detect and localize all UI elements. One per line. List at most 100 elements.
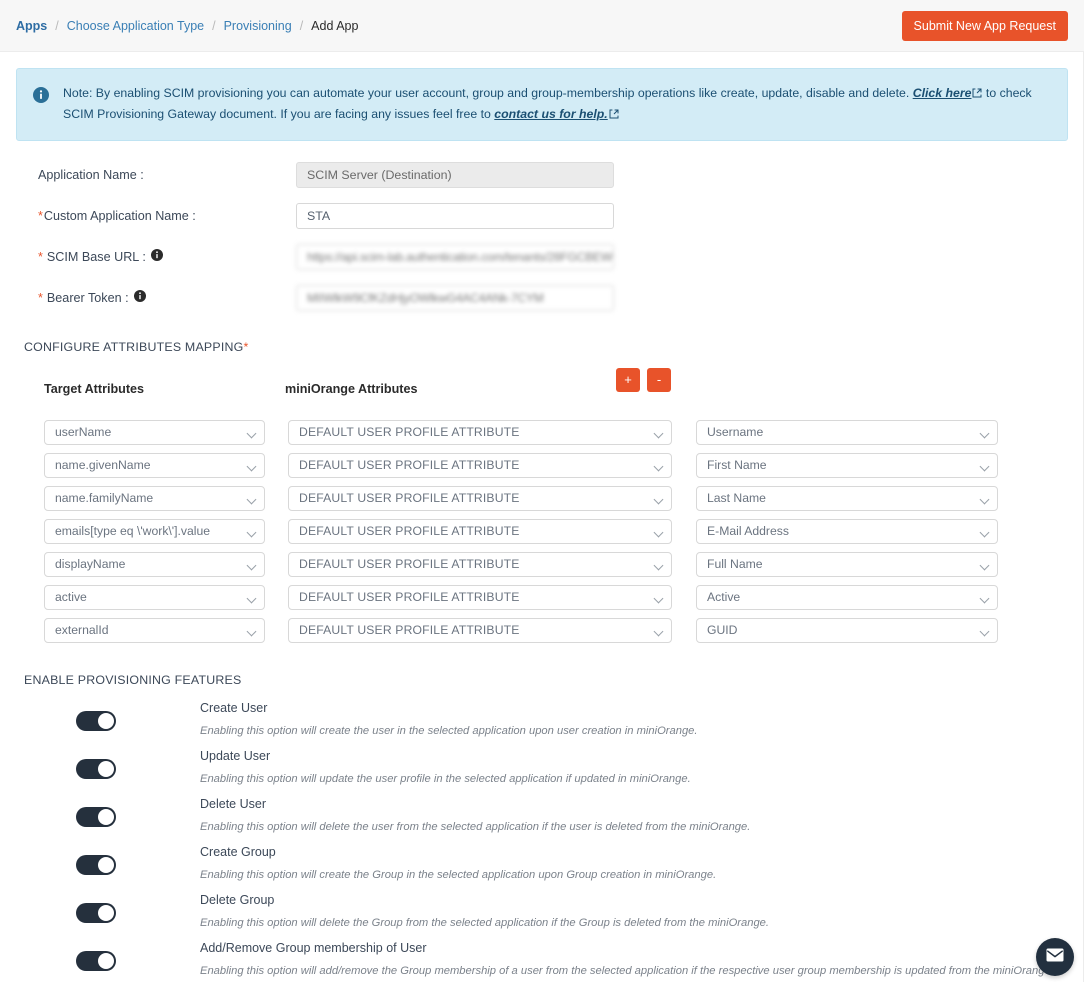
miniorange-attribute-value-select[interactable]: Username [696, 419, 998, 445]
breadcrumb-separator: / [55, 18, 59, 33]
toggle-create-group[interactable] [76, 854, 116, 875]
feature-row-update-user: Update User Enabling this option will up… [16, 747, 1068, 795]
required-marker: * [38, 249, 43, 264]
feature-name: Delete User [200, 796, 266, 811]
breadcrumb-item-choose-application-type[interactable]: Choose Application Type [67, 19, 204, 33]
scim-base-url-input[interactable]: https://api.scim-lab.authentication.com/… [296, 243, 614, 270]
required-marker: * [38, 208, 43, 223]
toggle-delete-user[interactable] [76, 806, 116, 827]
breadcrumb: Apps / Choose Application Type / Provisi… [16, 19, 358, 33]
toggle-knob [98, 856, 114, 873]
toggle-cell [16, 939, 200, 982]
app-config-form: Application Name : SCIM Server (Destinat… [16, 155, 1068, 318]
feature-name: Create User [200, 700, 268, 715]
chat-widget-button[interactable] [1036, 938, 1074, 976]
custom-application-name-input[interactable]: STA [296, 202, 614, 229]
breadcrumb-item-apps[interactable]: Apps [16, 19, 47, 33]
miniorange-attribute-value-select[interactable]: First Name [696, 452, 998, 478]
required-marker: * [243, 339, 249, 354]
feature-description: Enabling this option will add/remove the… [200, 965, 1054, 978]
toggle-knob [98, 904, 114, 921]
external-link-icon [609, 105, 619, 125]
toggle-knob [98, 712, 114, 729]
label-bearer-token-text: Bearer Token : [46, 290, 129, 305]
target-attribute-select[interactable]: name.familyName [44, 485, 265, 511]
miniorange-attribute-value-select[interactable]: Full Name [696, 551, 998, 577]
content-area: Note: By enabling SCIM provisioning you … [0, 68, 1084, 982]
breadcrumb-item-provisioning[interactable]: Provisioning [224, 19, 292, 33]
bearer-token-input[interactable]: MIIWlkW9CfKZdHjyOWlkwG4AC4ANk-7CYM [296, 284, 614, 311]
toggle-knob [98, 760, 114, 777]
toggle-add-remove-group-membership[interactable] [76, 950, 116, 971]
miniorange-attributes-header: miniOrange Attributes [285, 381, 418, 396]
feature-row-delete-user: Delete User Enabling this option will de… [16, 795, 1068, 843]
mapping-row: active DEFAULT USER PROFILE ATTRIBUTE Ac… [16, 581, 1068, 614]
feature-name: Create Group [200, 844, 276, 859]
info-banner-text-1: Note: By enabling SCIM provisioning you … [63, 86, 910, 100]
toggle-cell [16, 747, 200, 791]
feature-description: Enabling this option will update the use… [200, 773, 691, 786]
target-attribute-select[interactable]: name.givenName [44, 452, 265, 478]
label-application-name-text: Application Name : [38, 167, 144, 182]
toggle-cell [16, 843, 200, 887]
label-bearer-token: * Bearer Token : [38, 290, 296, 305]
mapping-row: externalId DEFAULT USER PROFILE ATTRIBUT… [16, 614, 1068, 647]
feature-row-group-membership: Add/Remove Group membership of User Enab… [16, 939, 1068, 982]
info-banner-text: Note: By enabling SCIM provisioning you … [63, 83, 1051, 126]
toggle-knob [98, 952, 114, 969]
miniorange-attribute-type-select[interactable]: DEFAULT USER PROFILE ATTRIBUTE [288, 419, 672, 445]
toggle-knob [98, 808, 114, 825]
miniorange-attribute-type-select[interactable]: DEFAULT USER PROFILE ATTRIBUTE [288, 452, 672, 478]
miniorange-attribute-value-select[interactable]: Active [696, 584, 998, 610]
mapping-header: Target Attributes miniOrange Attributes … [16, 367, 1068, 402]
feature-row-create-group: Create Group Enabling this option will c… [16, 843, 1068, 891]
feature-text: Update User Enabling this option will up… [200, 747, 691, 787]
feature-name: Delete Group [200, 892, 275, 907]
mapping-row: displayName DEFAULT USER PROFILE ATTRIBU… [16, 548, 1068, 581]
miniorange-attribute-type-select[interactable]: DEFAULT USER PROFILE ATTRIBUTE [288, 485, 672, 511]
target-attribute-select[interactable]: userName [44, 419, 265, 445]
remove-mapping-row-button[interactable]: - [647, 367, 671, 392]
miniorange-attribute-value-select[interactable]: GUID [696, 617, 998, 643]
breadcrumb-separator: / [299, 18, 304, 33]
form-row-custom-application-name: * Custom Application Name : STA [38, 196, 1068, 236]
miniorange-attribute-type-select[interactable]: DEFAULT USER PROFILE ATTRIBUTE [288, 584, 672, 610]
required-marker: * [38, 290, 43, 305]
feature-description: Enabling this option will delete the use… [200, 821, 751, 834]
toggle-update-user[interactable] [76, 758, 116, 779]
top-bar: Apps / Choose Application Type / Provisi… [0, 0, 1084, 52]
info-circle-icon [33, 87, 49, 103]
add-mapping-row-button[interactable]: + [616, 367, 640, 392]
configure-attributes-mapping-title: CONFIGURE ATTRIBUTES MAPPING* [16, 340, 1068, 354]
info-tooltip-icon[interactable] [133, 290, 146, 305]
target-attribute-select[interactable]: active [44, 584, 265, 610]
target-attribute-select[interactable]: displayName [44, 551, 265, 577]
miniorange-attribute-type-select[interactable]: DEFAULT USER PROFILE ATTRIBUTE [288, 617, 672, 643]
miniorange-attribute-type-select[interactable]: DEFAULT USER PROFILE ATTRIBUTE [288, 518, 672, 544]
label-scim-base-url: * SCIM Base URL : [38, 249, 296, 264]
target-attribute-select[interactable]: externalId [44, 617, 265, 643]
form-row-application-name: Application Name : SCIM Server (Destinat… [38, 155, 1068, 195]
enable-provisioning-features-title: ENABLE PROVISIONING FEATURES [24, 672, 242, 687]
feature-description: Enabling this option will create the use… [200, 725, 698, 738]
label-custom-application-name-text: Custom Application Name : [43, 208, 196, 223]
breadcrumb-item-add-app: Add App [311, 18, 359, 33]
toggle-create-user[interactable] [76, 710, 116, 731]
feature-description: Enabling this option will delete the Gro… [200, 917, 770, 930]
toggle-delete-group[interactable] [76, 902, 116, 923]
miniorange-attribute-value-select[interactable]: Last Name [696, 485, 998, 511]
miniorange-attribute-value-select[interactable]: E-Mail Address [696, 518, 998, 544]
mapping-row: name.givenName DEFAULT USER PROFILE ATTR… [16, 449, 1068, 482]
target-attribute-select[interactable]: emails[type eq \'work\'].value [44, 518, 265, 544]
feature-text: Create Group Enabling this option will c… [200, 843, 716, 883]
contact-us-for-help-link[interactable]: contact us for help. [494, 107, 607, 121]
feature-row-create-user: Create User Enabling this option will cr… [16, 699, 1068, 747]
click-here-link[interactable]: Click here [913, 86, 972, 100]
info-banner: Note: By enabling SCIM provisioning you … [16, 68, 1068, 141]
info-tooltip-icon[interactable] [150, 249, 163, 264]
provisioning-features-list: Create User Enabling this option will cr… [16, 699, 1068, 982]
submit-new-app-request-button[interactable]: Submit New App Request [901, 11, 1068, 41]
miniorange-attribute-type-select[interactable]: DEFAULT USER PROFILE ATTRIBUTE [288, 551, 672, 577]
form-row-bearer-token: * Bearer Token : MIIWlkW9CfKZdHjyOWlkwG4… [38, 278, 1068, 318]
mapping-row: emails[type eq \'work\'].value DEFAULT U… [16, 515, 1068, 548]
